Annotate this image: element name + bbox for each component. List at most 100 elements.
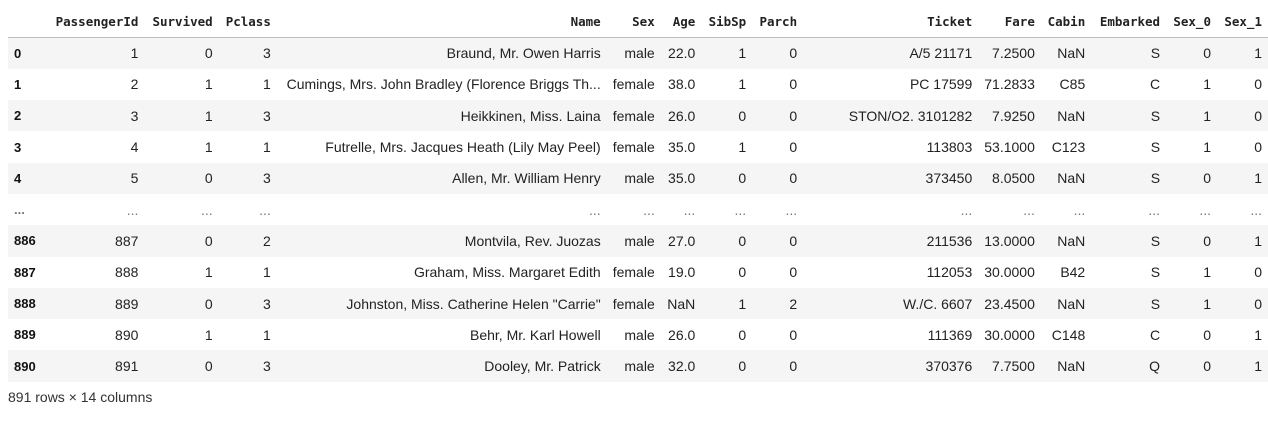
table-cell: 1	[1203, 76, 1211, 93]
table-cell: 35.0	[668, 139, 696, 156]
table-cell: 1	[738, 139, 747, 156]
table-cell: male	[624, 326, 655, 343]
table-cell: NaN	[1057, 295, 1086, 312]
table-cell: S	[1150, 232, 1161, 249]
table-cell: 111369	[927, 326, 973, 343]
row-index-cell: 888	[14, 296, 36, 312]
table-cell: 53.1000	[984, 139, 1035, 156]
column-header: Ticket	[803, 6, 979, 38]
table-cell: 1	[1254, 358, 1262, 375]
table-cell: ...	[734, 201, 747, 218]
row-index-cell: 889	[14, 327, 36, 343]
table-cell: 22.0	[668, 45, 696, 62]
table-cell: 0	[789, 45, 798, 62]
table-cell: Allen, Mr. William Henry	[452, 170, 601, 187]
table-cell: 1	[130, 45, 139, 62]
table-cell: 1	[263, 76, 271, 93]
table-cell: 30.0000	[984, 326, 1035, 343]
table-cell: W./C. 6607	[902, 295, 973, 312]
table-cell: 3	[130, 107, 139, 124]
table-cell: female	[612, 264, 655, 281]
table-cell: Q	[1149, 358, 1161, 375]
column-header: Pclass	[218, 6, 277, 38]
table-cell: NaN	[667, 295, 696, 312]
table-cell: 1	[1203, 295, 1211, 312]
table-cell: 7.7500	[992, 358, 1035, 375]
table-cell: C85	[1059, 76, 1086, 93]
table-cell: 0	[789, 264, 798, 281]
column-header: Name	[276, 6, 607, 38]
table-cell: 891	[115, 358, 139, 375]
table-cell: 1	[738, 45, 747, 62]
dataframe-shape-label: 891 rows × 14 columns	[8, 389, 153, 405]
table-cell: ...	[643, 201, 655, 218]
table-cell: female	[612, 76, 655, 93]
table-cell: 3	[263, 170, 271, 187]
table-row: 890 891 0 3 Dooley, Mr. Patrick male 32.0 0 0 370…	[8, 350, 1268, 382]
row-index-cell: 1	[14, 76, 22, 92]
table-cell: S	[1150, 295, 1161, 312]
table-body: 0 1 0 3 Braund, Mr. Owen Harris male 22.0 1 0 A/5…	[8, 37, 1268, 382]
row-index-cell: 0	[14, 45, 22, 61]
table-cell: S	[1150, 45, 1161, 62]
column-header: Parch	[752, 6, 804, 38]
table-cell: Behr, Mr. Karl Howell	[469, 326, 601, 343]
table-cell: 0	[1254, 139, 1262, 156]
table-cell: 19.0	[668, 264, 696, 281]
table-cell: 1	[204, 326, 213, 343]
table-cell: 889	[115, 295, 139, 312]
table-cell: Montvila, Rev. Juozas	[464, 232, 601, 249]
table-cell: NaN	[1057, 170, 1086, 187]
table-cell: Heikkinen, Miss. Laina	[460, 107, 601, 124]
table-cell: ...	[683, 201, 696, 218]
table-row: 2 3 1 3 Heikkinen, Miss. Laina female 26.0 0 0 ST…	[8, 100, 1268, 132]
table-cell: 1	[263, 139, 271, 156]
table-cell: Futrelle, Mrs. Jacques Heath (Lily May P…	[325, 139, 601, 156]
table-cell: 1	[1254, 232, 1262, 249]
row-index-cell: 886	[14, 233, 36, 249]
table-cell: 0	[1203, 170, 1211, 187]
table-cell: NaN	[1057, 232, 1086, 249]
table-cell: male	[624, 358, 655, 375]
table-cell: 0	[738, 264, 747, 281]
table-cell: 0	[738, 358, 747, 375]
table-cell: ...	[589, 201, 601, 218]
table-cell: ...	[1199, 201, 1211, 218]
table-cell: 13.0000	[984, 232, 1035, 249]
table-cell: S	[1150, 139, 1161, 156]
table-cell: 26.0	[668, 326, 696, 343]
table-cell: male	[624, 45, 655, 62]
table-cell: 112053	[926, 264, 973, 281]
column-header: Survived	[144, 6, 219, 38]
table-cell: C	[1149, 326, 1161, 343]
table-cell: 1	[738, 76, 747, 93]
table-cell: Johnston, Miss. Catherine Helen "Carrie"	[346, 295, 601, 312]
table-cell: 1	[1254, 326, 1262, 343]
table-cell: ...	[1073, 201, 1086, 218]
column-header: Sex_0	[1166, 6, 1217, 38]
table-cell: ...	[960, 201, 973, 218]
table-cell: 2	[130, 76, 139, 93]
table-cell: 0	[1254, 107, 1262, 124]
table-cell: 3	[263, 45, 271, 62]
table-cell: 888	[115, 264, 139, 281]
table-cell: 1	[738, 295, 747, 312]
table-cell: 0	[1203, 326, 1211, 343]
table-cell: 2	[263, 232, 271, 249]
table-cell: 0	[204, 45, 213, 62]
column-header: Age	[660, 6, 702, 38]
table-cell: 27.0	[668, 232, 696, 249]
table-cell: S	[1150, 170, 1161, 187]
table-cell: 890	[115, 326, 139, 343]
table-cell: 0	[738, 232, 747, 249]
row-index-cell: 2	[14, 108, 22, 124]
table-cell: 113803	[926, 139, 973, 156]
table-cell: 35.0	[668, 170, 696, 187]
table-header-row: PassengerId Survived Pclass Name Sex Age SibSp…	[8, 6, 1268, 38]
table-cell: ...	[259, 201, 271, 218]
table-cell: Braund, Mr. Owen Harris	[446, 45, 601, 62]
table-cell: 1	[204, 76, 213, 93]
table-cell: 23.4500	[984, 295, 1035, 312]
table-cell: STON/O2. 3101282	[848, 107, 973, 124]
table-cell: 1	[204, 107, 213, 124]
